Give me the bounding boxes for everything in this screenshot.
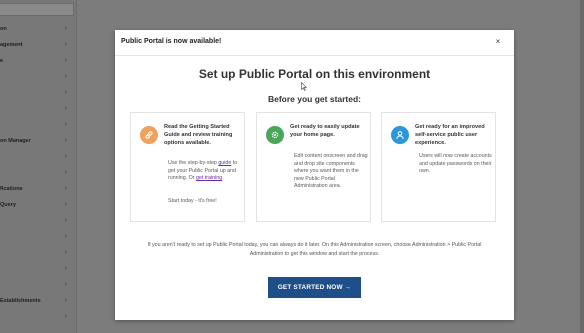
card-body: Use the step-by-step guide to get your P…	[168, 160, 242, 183]
background-sidebar: on › agement › e › › › › › on Manager › › › fications ›…	[0, 0, 77, 333]
sidebar-item[interactable]: on ›	[0, 25, 72, 36]
chevron-right-icon[interactable]: ›	[65, 41, 67, 48]
sidebar-item[interactable]: fications ›	[0, 185, 72, 196]
card-title: Get ready for an improved self-service p…	[415, 124, 485, 146]
sidebar-item[interactable]: e ›	[0, 57, 72, 68]
sidebar-item-label: Establishments	[0, 298, 41, 304]
sidebar-search-input[interactable]	[0, 3, 74, 16]
sidebar-item[interactable]: Establishments ›	[0, 297, 72, 308]
chevron-right-icon[interactable]: ›	[65, 265, 67, 272]
card-body-text: .	[222, 175, 224, 182]
card-body: Users will now create accounts and updat…	[419, 153, 492, 175]
user-icon	[391, 126, 409, 144]
public-portal-modal: Public Portal is now available! × Set up…	[115, 30, 514, 320]
get-started-now-button[interactable]: GET STARTED NOW →	[268, 277, 361, 298]
get-training-link[interactable]: get training	[196, 175, 222, 181]
chevron-right-icon[interactable]: ›	[65, 297, 67, 304]
sidebar-item-label: fications	[0, 186, 23, 192]
chevron-right-icon[interactable]: ›	[65, 57, 67, 64]
modal-heading: Set up Public Portal on this environment	[198, 67, 431, 81]
sidebar-item[interactable]: ›	[0, 73, 72, 84]
sidebar-item[interactable]: agement ›	[0, 41, 72, 52]
card-extra-text: Start today - it's free!	[168, 198, 217, 204]
chevron-right-icon[interactable]: ›	[65, 25, 67, 32]
card-getting-started: Read the Getting Started Guide and revie…	[130, 112, 245, 222]
sidebar-item[interactable]: on Manager ›	[0, 137, 72, 148]
card-title: Read the Getting Started Guide and revie…	[164, 124, 233, 146]
sidebar-item[interactable]: ›	[0, 281, 72, 292]
modal-title: Public Portal is now available!	[121, 38, 222, 45]
chevron-right-icon[interactable]: ›	[65, 281, 67, 288]
card-body-text: Use the step-by-step	[168, 160, 219, 166]
sidebar-item[interactable]: ›	[0, 233, 72, 244]
modal-footer-text: If you aren't ready to set up Public Por…	[147, 242, 482, 257]
card-self-service: Get ready for an improved self-service p…	[381, 112, 496, 222]
sidebar-item[interactable]: ›	[0, 217, 72, 228]
mouse-cursor-icon	[301, 82, 307, 91]
sidebar-item[interactable]: ›	[0, 105, 72, 116]
chevron-right-icon[interactable]: ›	[65, 121, 67, 128]
chevron-right-icon[interactable]: ›	[65, 153, 67, 160]
chevron-right-icon[interactable]: ›	[65, 73, 67, 80]
chevron-right-icon[interactable]: ›	[65, 137, 67, 144]
chevron-right-icon[interactable]: ›	[65, 313, 67, 320]
sidebar-item[interactable]: ›	[0, 169, 72, 180]
chevron-right-icon[interactable]: ›	[65, 201, 67, 208]
sidebar-item[interactable]: ›	[0, 121, 72, 132]
card-body: Edit content onscreen and drag and drop …	[294, 153, 368, 190]
sidebar-item[interactable]: Query ›	[0, 201, 72, 212]
page-scrollbar[interactable]	[580, 0, 584, 333]
modal-header: Public Portal is now available! ×	[115, 30, 514, 56]
sidebar-item[interactable]: ›	[0, 153, 72, 164]
card-title: Get ready to easily update your home pag…	[290, 124, 360, 138]
chevron-right-icon[interactable]: ›	[65, 185, 67, 192]
gear-icon	[266, 126, 284, 144]
sidebar-item[interactable]: ›	[0, 89, 72, 100]
sidebar-item-label: Query	[0, 202, 16, 208]
sidebar-item[interactable]: ›	[0, 249, 72, 260]
sidebar-item-label: e	[0, 58, 4, 64]
link-icon	[140, 126, 158, 144]
close-icon[interactable]: ×	[496, 37, 501, 46]
chevron-right-icon[interactable]: ›	[65, 169, 67, 176]
modal-subheading: Before you get started:	[267, 94, 362, 104]
chevron-right-icon[interactable]: ›	[65, 233, 67, 240]
chevron-right-icon[interactable]: ›	[65, 217, 67, 224]
sidebar-item[interactable]: ›	[0, 265, 72, 276]
sidebar-item-label: on Manager	[0, 138, 31, 144]
guide-link[interactable]: guide	[218, 160, 231, 166]
chevron-right-icon[interactable]: ›	[65, 89, 67, 96]
chevron-right-icon[interactable]: ›	[65, 105, 67, 112]
card-home-page: Get ready to easily update your home pag…	[256, 112, 371, 222]
sidebar-item-label: on	[0, 26, 7, 32]
close-button[interactable]: ×	[493, 37, 503, 47]
sidebar-item[interactable]: ›	[0, 313, 72, 324]
sidebar-item-label: agement	[0, 42, 23, 48]
chevron-right-icon[interactable]: ›	[65, 249, 67, 256]
